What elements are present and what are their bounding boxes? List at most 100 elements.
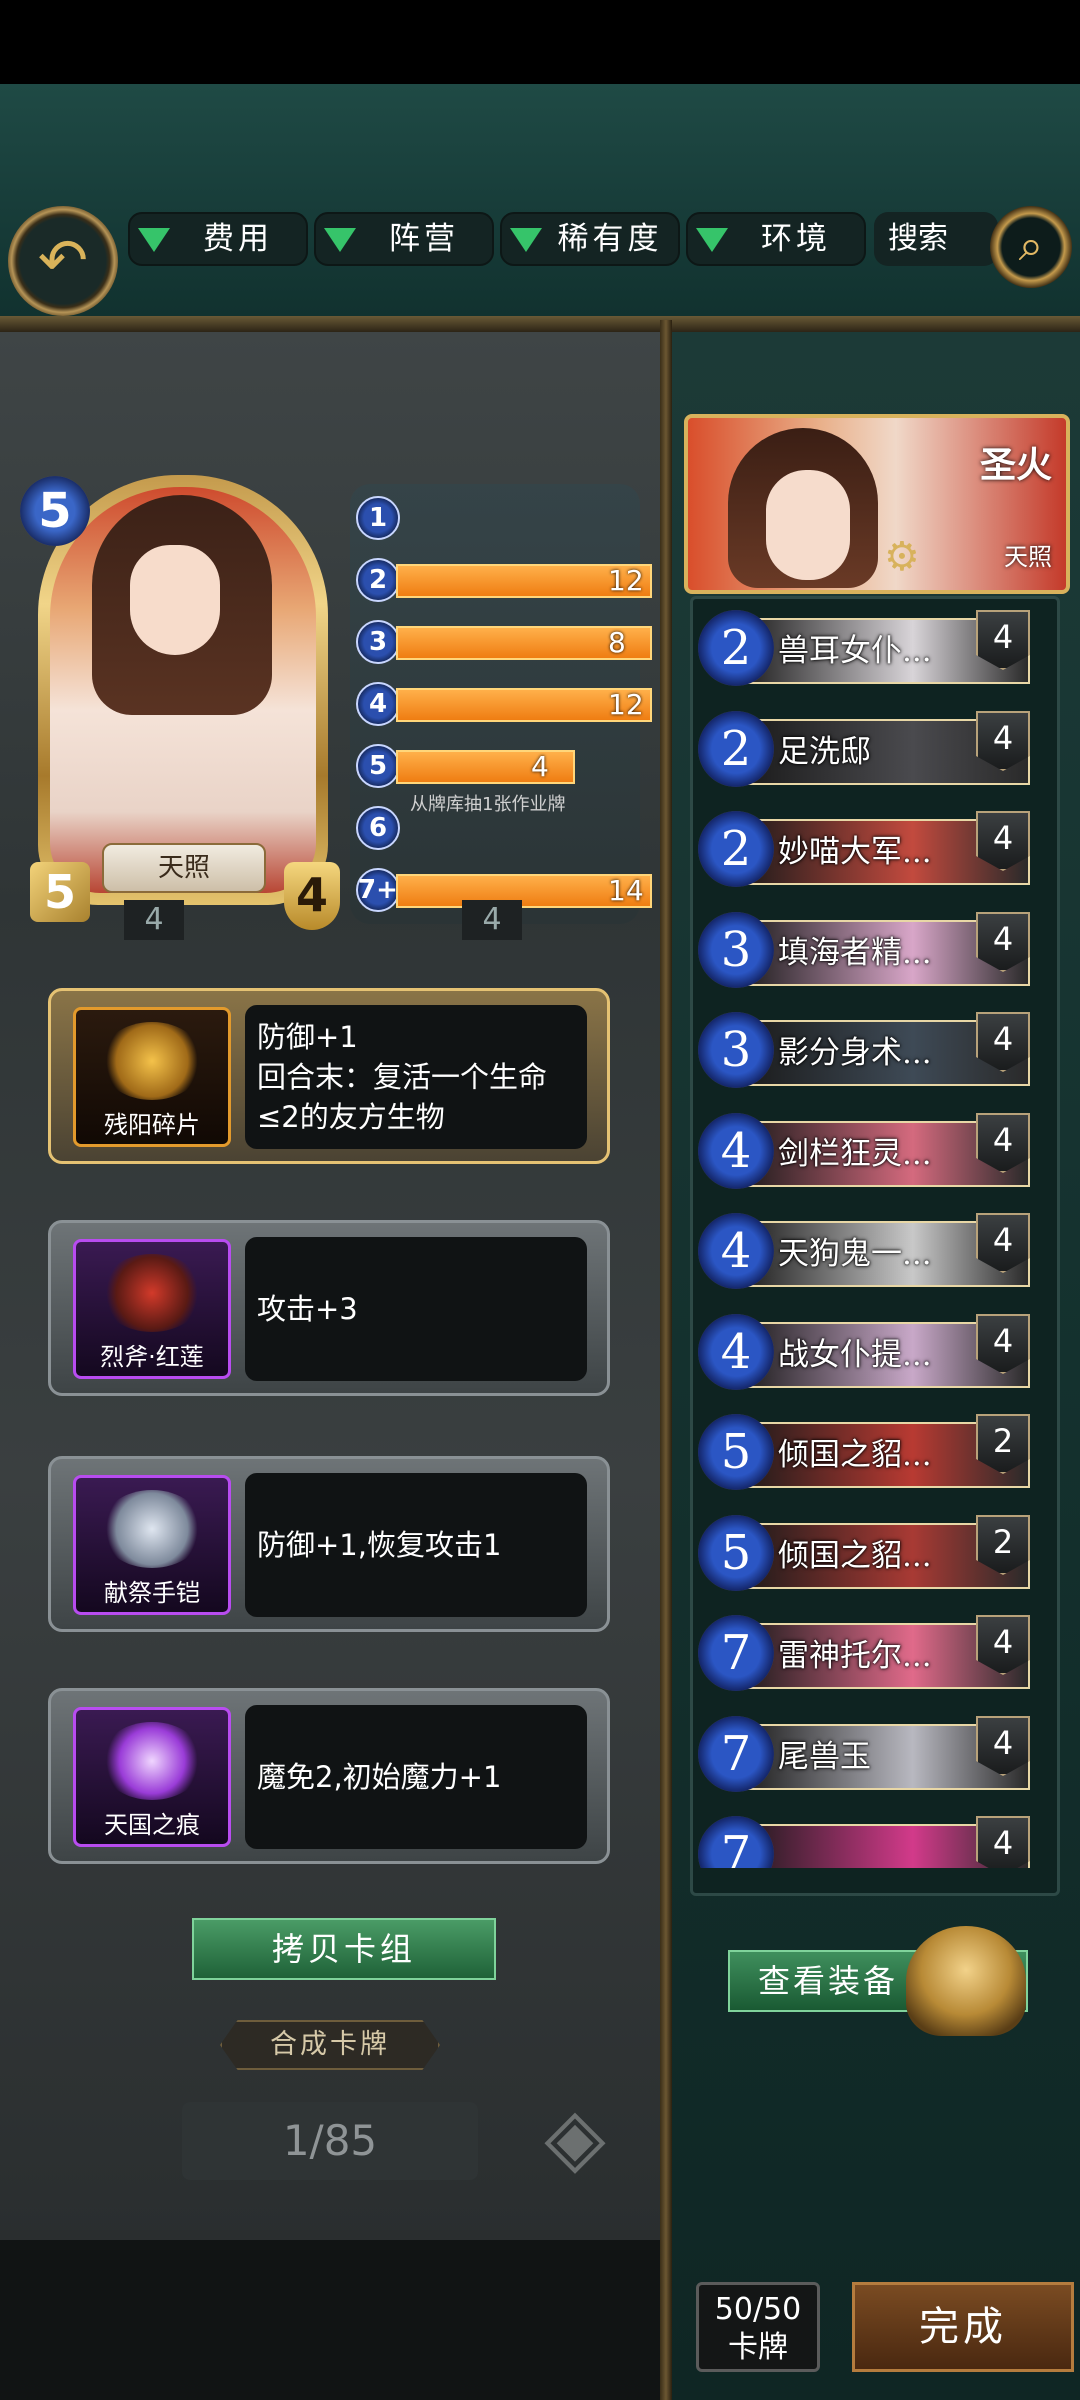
equipment-card[interactable]: 天国之痕 魔免2,初始魔力+1 [48,1688,610,1864]
filter-rarity-label: 稀有度 [557,221,663,257]
mana-cost-badge: 1 [356,496,400,540]
next-page-arrow-icon[interactable]: ◈ [530,2092,620,2182]
deck-card-count: 50/50 卡牌 [696,2282,820,2372]
filter-environment[interactable]: 环境 [686,212,866,266]
page-indicator: 1/85 [182,2102,478,2180]
deck-hero-face [766,470,850,580]
deck-card-cost: 5 [698,1414,774,1490]
deck-card-name: 战女仆提... [778,1337,932,1373]
deck-card-cost: 3 [698,1012,774,1088]
deck-title: 圣火 [979,444,1052,486]
gear-icon[interactable]: ⚙ [884,534,920,580]
deck-card-name: 兽耳女仆... [778,633,932,669]
filter-cost[interactable]: 费用 [128,212,308,266]
magnifier-icon: ⌕ [1018,220,1044,271]
panel-divider [660,320,672,2400]
deck-card-cost: 5 [698,1515,774,1591]
search-button[interactable]: ⌕ [990,206,1072,288]
equipment-description: 防御+1,恢复攻击1 [245,1473,587,1617]
deck-card-name: 填海者精... [778,935,932,971]
deck-card-name: 天狗鬼一... [778,1236,932,1272]
equipment-description: 攻击+3 [245,1237,587,1381]
mana-curve-row: 38 [356,620,652,664]
equipment-icon-axe: 烈斧·红莲 [73,1239,231,1379]
copy-deck-button[interactable]: 拷贝卡组 [192,1918,496,1980]
mana-curve-value: 14 [608,874,644,907]
equipment-description: 防御+1 回合末：复活一个生命≤2的友方生物 [245,1005,587,1149]
deck-card-row[interactable]: 妙喵大军... 2 4 [698,807,1032,895]
card-count-under: 4 [124,900,184,940]
deck-card-cost: 4 [698,1213,774,1289]
dropdown-triangle-icon [138,228,170,252]
deck-card-row[interactable]: 74 [698,1812,1032,1868]
top-bar-border [0,316,1080,332]
mana-cost-badge: 4 [356,682,400,726]
deck-card-count-value: 50/50 [714,2292,802,2327]
deck-card-row[interactable]: 填海者精... 3 4 [698,908,1032,996]
deck-card-cost: 2 [698,811,774,887]
synthesize-card-button[interactable]: 合成卡牌 [220,2020,440,2070]
card-count-under: 4 [462,900,522,940]
deck-card-cost: 4 [698,1314,774,1390]
deck-card-cost: 2 [698,711,774,787]
mana-curve-row: 1 [356,496,646,540]
deck-card-row[interactable]: 尾兽玉 7 4 [698,1712,1032,1800]
deck-card-cost: 4 [698,1113,774,1189]
deck-card-row[interactable]: 影分身术... 3 4 [698,1008,1032,1096]
equipment-name: 烈斧·红莲 [100,1343,204,1371]
hero-name: 天照 [102,843,266,893]
dropdown-triangle-icon [696,228,728,252]
shard-icon [100,1022,204,1100]
deck-card-row[interactable]: 雷神托尔... 7 4 [698,1611,1032,1699]
deck-hero-name: 天照 [1004,543,1052,571]
deck-card-name: 剑栏狂灵... [778,1136,932,1172]
filter-rarity[interactable]: 稀有度 [500,212,680,266]
deck-card-name: 足洗邸 [778,734,871,770]
deck-card-row[interactable]: 倾国之貂... 5 2 [698,1511,1032,1599]
mana-curve-row: 6 从牌库抽1张作业牌 [356,794,646,850]
equipment-name: 天国之痕 [104,1811,200,1839]
deck-card-row[interactable]: 战女仆提... 4 4 [698,1310,1032,1398]
mana-cost-badge: 5 [356,744,400,788]
gauntlet-icon [100,1490,204,1568]
deck-card-row[interactable]: 倾国之貂... 5 2 [698,1410,1032,1498]
mana-curve-value: 12 [608,688,644,721]
equipment-card[interactable]: 烈斧·红莲 攻击+3 [48,1220,610,1396]
equipment-name: 残阳碎片 [104,1111,200,1139]
emblem-icon [100,1722,204,1800]
top-bar [0,84,1080,334]
mana-cost-badge: 6 [356,806,400,850]
hero-cost-gem: 5 [20,476,90,546]
mana-curve-value: 4 [531,750,549,783]
deck-card-cost: 2 [698,610,774,686]
dropdown-triangle-icon [510,228,542,252]
left-bottom-strip [0,2240,664,2400]
equipment-card[interactable]: 献祭手铠 防御+1,恢复攻击1 [48,1456,610,1632]
mana-curve-row: 4 12 [356,682,652,726]
deck-card-row[interactable]: 剑栏狂灵... 4 4 [698,1109,1032,1197]
deck-card-name: 尾兽玉 [778,1739,871,1775]
deck-card-row[interactable]: 兽耳女仆... 2 4 [698,606,1032,694]
mana-cost-badge: 7+ [356,868,400,912]
done-button[interactable]: 完成 [852,2282,1074,2372]
back-arrow-icon: ↶ [37,226,89,296]
equipment-description: 魔免2,初始魔力+1 [245,1705,587,1849]
deck-card-count: 4 [976,1816,1030,1868]
deck-card-count-label: 卡牌 [728,2330,788,2365]
hero-health-gem: 4 [284,862,340,930]
deck-card-row[interactable]: 足洗邸 2 4 [698,707,1032,795]
equipment-icon-gauntlet: 献祭手铠 [73,1475,231,1615]
helmet-icon [906,1926,1026,2036]
equipment-icon-emblem: 天国之痕 [73,1707,231,1847]
search-input[interactable]: 搜索 [874,212,998,266]
mana-cost-badge: 3 [356,620,400,664]
deck-card-row[interactable]: 天狗鬼一... 4 4 [698,1209,1032,1297]
filter-faction[interactable]: 阵营 [314,212,494,266]
deck-card-cost: 7 [698,1716,774,1792]
deck-card-cost: 3 [698,912,774,988]
deck-hero-header[interactable]: 圣火 ⚙ 天照 [684,414,1070,594]
dropdown-triangle-icon [324,228,356,252]
deck-card-name: 倾国之貂... [778,1437,932,1473]
back-button[interactable]: ↶ [8,206,118,316]
equipment-card[interactable]: 残阳碎片 防御+1 回合末：复活一个生命≤2的友方生物 [48,988,610,1164]
